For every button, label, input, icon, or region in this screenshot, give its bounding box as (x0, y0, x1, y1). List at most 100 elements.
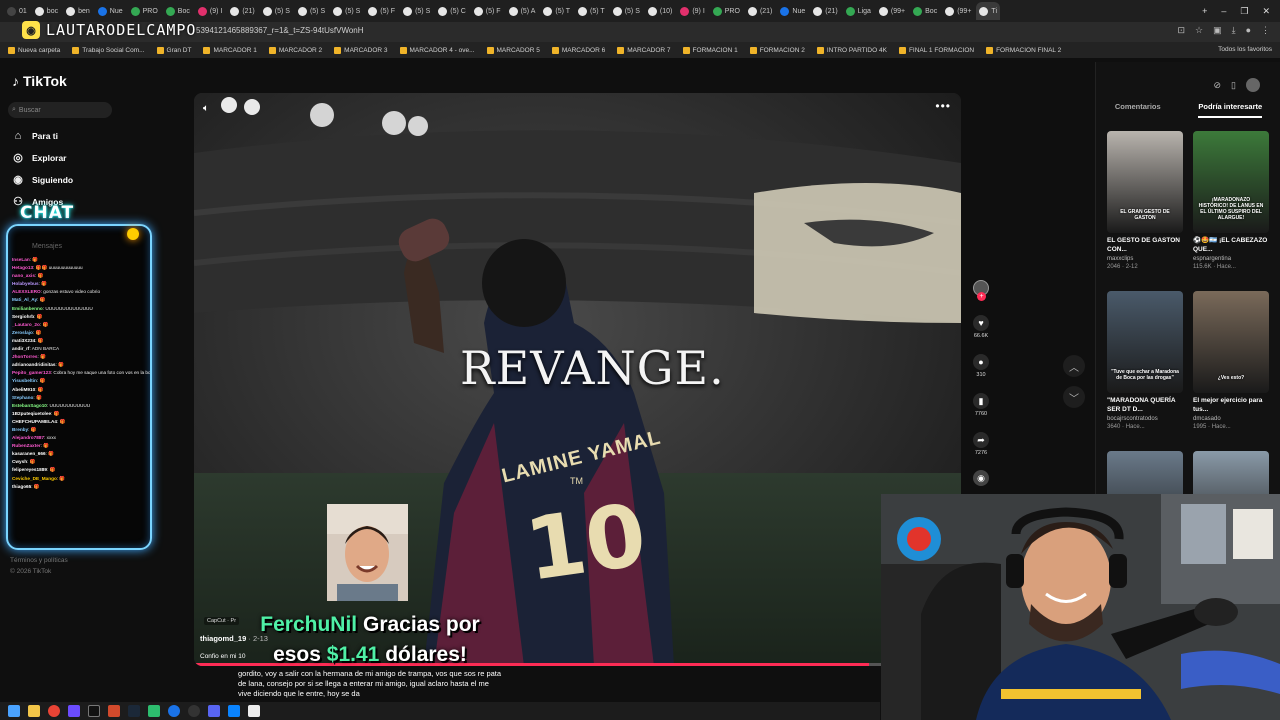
nav-for-you[interactable]: ⌂ Para ti (12, 130, 58, 142)
obs-icon[interactable] (88, 705, 100, 717)
nav-following[interactable]: ◉ Siguiendo (12, 174, 73, 186)
terms-link[interactable]: Términos y políticas (10, 555, 68, 566)
follow-plus-icon[interactable]: + (977, 292, 986, 301)
card-author[interactable]: espnargentina (1193, 256, 1269, 262)
windows-start-icon[interactable] (8, 705, 20, 717)
browser-tab[interactable]: Boc (910, 2, 940, 20)
video-thumbnail[interactable]: EL GRAN GESTO DE GASTON (1107, 131, 1183, 233)
bookmark-item[interactable]: MARCADOR 3 (334, 46, 388, 54)
discord-icon[interactable] (208, 705, 220, 717)
steam-icon[interactable] (128, 705, 140, 717)
phone-icon[interactable]: ▯ (1231, 80, 1236, 91)
browser-tab[interactable]: (5) S (295, 2, 328, 20)
video-player[interactable]: 🔈︎ ••• REVANGE. LAMINE YAMAL TM 10 CapCu… (194, 93, 961, 666)
suggested-video-card[interactable]: ¡MARADONAZO HISTÓRICO! DE LANUS EN EL ÚL… (1193, 131, 1269, 270)
search-input[interactable]: ⌕ Buscar (8, 102, 112, 118)
star-icon[interactable]: ☆ (1195, 25, 1203, 36)
bookmark-item[interactable]: MARCADOR 4 - ove... (399, 46, 475, 54)
app-icon[interactable] (248, 705, 260, 717)
browser-tab[interactable]: (5) T (540, 2, 573, 20)
browser-tab[interactable]: (5) S (400, 2, 433, 20)
suggested-video-card[interactable]: ¿Ves esto? El mejor ejercicio para tus...… (1193, 291, 1269, 430)
more-options-icon[interactable]: ••• (935, 99, 951, 113)
browser-tab[interactable]: (99+ (876, 2, 908, 20)
tiktok-logo[interactable]: ♪ TikTok (12, 73, 67, 89)
bookmark-item[interactable]: MARCADOR 5 (486, 46, 540, 54)
maximize-icon[interactable]: ❐ (1240, 6, 1248, 17)
suggested-video-card[interactable]: "Tuve que echar a Maradona de Boca por l… (1107, 291, 1183, 430)
url-field[interactable]: 53941214658893​67_r=1&_t=ZS-94tUsfVWonH (196, 26, 364, 35)
app-icon[interactable] (148, 705, 160, 717)
bookmark-item[interactable]: FORMACION FINAL 2 (986, 46, 1061, 54)
browser-tab[interactable]: Ti (976, 2, 1000, 20)
browser-tab[interactable]: Nue (777, 2, 808, 20)
profile-icon[interactable]: ● (1246, 25, 1251, 36)
new-tab-icon[interactable]: + (1202, 6, 1207, 16)
video-thumbnail[interactable]: "Tuve que echar a Maradona de Boca por l… (1107, 291, 1183, 393)
browser-tab[interactable]: (5) S (330, 2, 363, 20)
bookmark-item[interactable]: FINAL 1 FORMACION (898, 46, 974, 54)
app-icon[interactable] (168, 705, 180, 717)
download-icon[interactable]: ⤓ (1232, 25, 1236, 36)
browser-tab[interactable]: (5) F (365, 2, 398, 20)
browser-tab[interactable]: (5) C (435, 2, 469, 20)
cast-icon[interactable]: ⊘ (1214, 80, 1222, 91)
chat-text: : Cobra hoy me saque una foto con vos en… (50, 370, 151, 376)
app-icon[interactable] (68, 705, 80, 717)
folder-icon[interactable] (28, 705, 40, 717)
chrome-icon[interactable] (48, 705, 60, 717)
mute-icon[interactable]: 🔈︎ (203, 103, 209, 114)
user-avatar[interactable] (1246, 78, 1260, 92)
sound-disc[interactable]: ◉ (969, 470, 993, 488)
browser-tab[interactable]: (21) (745, 2, 775, 20)
video-thumbnail[interactable]: ¡MARADONAZO HISTÓRICO! DE LANUS EN EL ÚL… (1193, 131, 1269, 233)
install-icon[interactable]: ⊡ (1177, 25, 1185, 36)
close-icon[interactable]: ✕ (1262, 6, 1270, 17)
browser-tab[interactable]: Liga (843, 2, 874, 20)
bookmark-item[interactable]: MARCADOR 1 (203, 46, 257, 54)
browser-tab[interactable]: (99+ (942, 2, 974, 20)
previous-video-button[interactable]: ︿ (1063, 355, 1085, 377)
app-icon[interactable] (108, 705, 120, 717)
bookmark-item[interactable]: INTRO PARTIDO 4K (816, 46, 887, 54)
browser-tab[interactable]: (9) I (677, 2, 707, 20)
tab-favicon-icon (813, 6, 823, 16)
menu-icon[interactable]: ⋮ (1261, 25, 1270, 36)
save-button[interactable]: ▮ 7760 (969, 393, 993, 417)
browser-tab[interactable]: (21) (227, 2, 257, 20)
bookmark-item[interactable]: MARCADOR 2 (268, 46, 322, 54)
browser-tab[interactable]: PRO (710, 2, 743, 20)
browser-tab[interactable]: (21) (810, 2, 840, 20)
comment-button[interactable]: ● 310 (969, 354, 993, 378)
browser-tab[interactable]: (10) (645, 2, 675, 20)
bookmark-item[interactable]: MARCADOR 6 (551, 46, 605, 54)
browser-tab[interactable]: (5) T (575, 2, 608, 20)
tab-comments[interactable]: Comentarios (1115, 102, 1161, 118)
all-bookmarks[interactable]: Todos los favoritos (1218, 46, 1272, 53)
bookmark-item[interactable]: Gran DT (156, 46, 191, 54)
bookmark-item[interactable]: FORMACION 2 (749, 46, 805, 54)
card-author[interactable]: maxxclips (1107, 256, 1183, 262)
bookmark-item[interactable]: FORMACION 1 (682, 46, 738, 54)
browser-tab[interactable]: (5) S (260, 2, 293, 20)
share-button[interactable]: ➦ 7276 (969, 432, 993, 456)
bookmark-item[interactable]: Trabajo Social Com... (72, 46, 145, 54)
app-icon[interactable] (228, 705, 240, 717)
video-thumbnail[interactable]: ¿Ves esto? (1193, 291, 1269, 393)
card-author[interactable]: dmcasado (1193, 416, 1269, 422)
like-button[interactable]: ♥ 66.6K (969, 315, 993, 339)
extension-icon[interactable]: ▣ (1213, 25, 1222, 36)
app-icon[interactable] (188, 705, 200, 717)
next-video-button[interactable]: ﹀ (1063, 386, 1085, 408)
browser-tab[interactable]: (5) A (506, 2, 539, 20)
tab-suggested[interactable]: Podría interesarte (1198, 102, 1263, 118)
suggested-video-card[interactable]: EL GRAN GESTO DE GASTON EL GESTO DE GASTO… (1107, 131, 1183, 270)
nav-explore[interactable]: ◎ Explorar (12, 152, 66, 164)
card-author[interactable]: bocajrscontratodos (1107, 416, 1183, 422)
tab-favicon-icon (262, 6, 272, 16)
minimize-icon[interactable]: – (1221, 6, 1226, 16)
browser-tab[interactable]: (5) S (610, 2, 643, 20)
bookmark-item[interactable]: MARCADOR 7 (617, 46, 671, 54)
browser-tab[interactable]: (5) F (471, 2, 504, 20)
bookmark-item[interactable]: Nueva carpeta (8, 46, 60, 54)
